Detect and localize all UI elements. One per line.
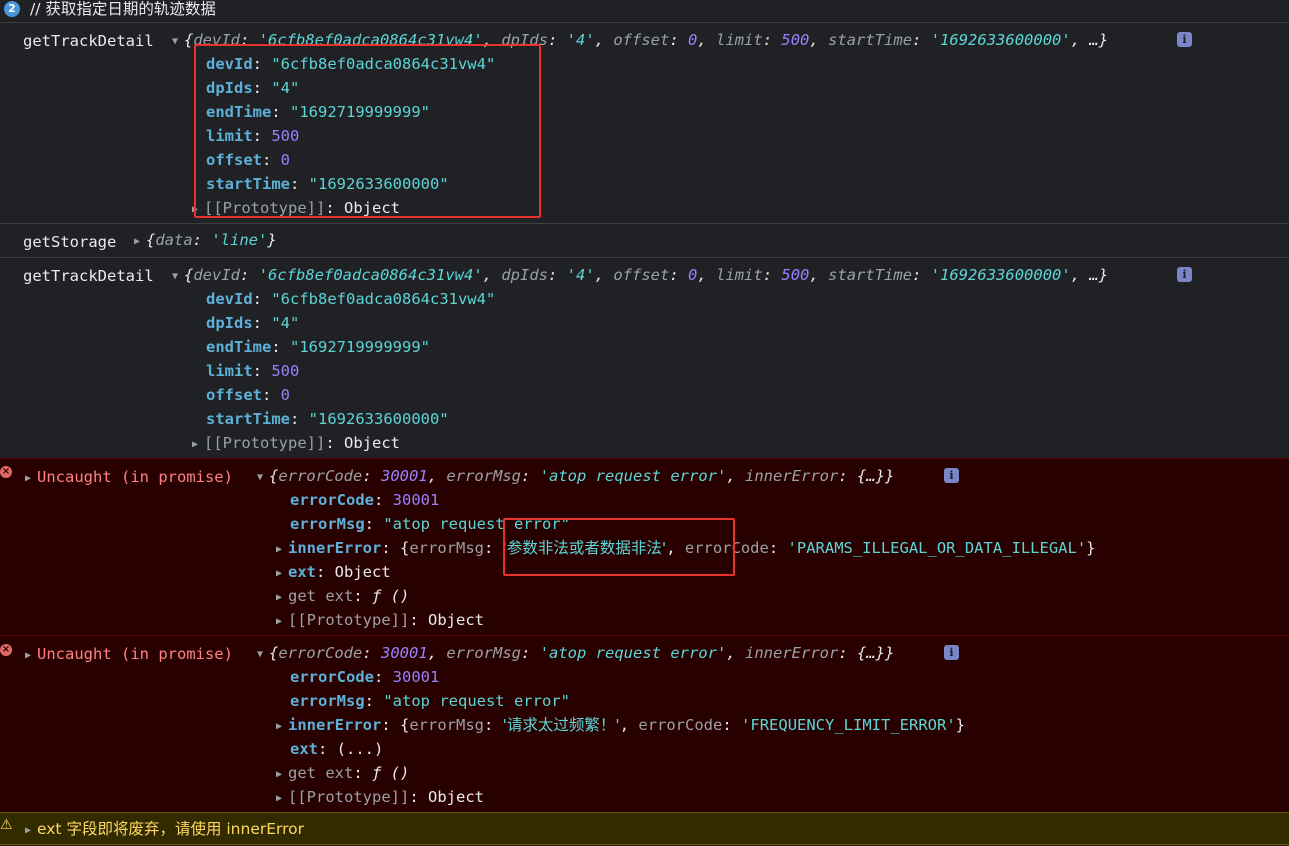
- info-icon[interactable]: i: [944, 645, 959, 660]
- triangle-right-icon: ▶: [134, 236, 141, 247]
- triangle-right-icon: ▶: [25, 825, 32, 836]
- ext-row[interactable]: ▶ ext: Object: [276, 560, 391, 584]
- property-row: endTime: "1692719999999": [206, 338, 430, 356]
- property-row: devId: "6cfb8ef0adca0864c31vw4": [206, 290, 496, 308]
- property-row: offset: 0: [206, 386, 291, 404]
- triangle-right-icon: ▶: [276, 568, 283, 579]
- prototype-row[interactable]: ▶ [[Prototype]]: Object: [192, 431, 400, 455]
- prototype-row[interactable]: ▶ [[Prototype]]: Object: [276, 785, 484, 809]
- highlight-box: [194, 44, 541, 218]
- error-expand-toggle[interactable]: ▶ Uncaught (in promise): [25, 642, 233, 666]
- info-icon[interactable]: i: [1177, 32, 1192, 47]
- triangle-right-icon: ▶: [276, 544, 283, 555]
- triangle-right-icon: ▶: [276, 769, 283, 780]
- property-row: errorCode: 30001: [290, 491, 440, 509]
- triangle-right-icon: ▶: [192, 439, 199, 450]
- property-row: startTime: "1692633600000": [206, 410, 449, 428]
- triangle-right-icon: ▶: [276, 793, 283, 804]
- row-separator: [0, 22, 1289, 23]
- property-row: dpIds: "4": [206, 314, 300, 332]
- triangle-down-icon: ▼: [172, 271, 179, 282]
- triangle-right-icon: ▶: [276, 616, 283, 627]
- triangle-down-icon: ▼: [257, 649, 264, 660]
- warning-icon: ⚠: [0, 817, 13, 833]
- getter-row[interactable]: ▶ get ext: ƒ (): [276, 761, 409, 785]
- property-row: errorMsg: "atop request error": [290, 692, 570, 710]
- property-row: errorCode: 30001: [290, 668, 440, 686]
- prototype-row[interactable]: ▶ [[Prototype]]: Object: [276, 608, 484, 632]
- object-summary-toggle[interactable]: ▶ {data: 'line'}: [134, 228, 277, 252]
- triangle-right-icon: ▶: [276, 592, 283, 603]
- property-row: limit: 500: [206, 362, 300, 380]
- triangle-down-icon: ▼: [172, 36, 179, 47]
- triangle-right-icon: ▶: [276, 721, 283, 732]
- error-object-summary[interactable]: ▼ {errorCode: 30001, errorMsg: 'atop requ…: [257, 641, 894, 665]
- row-separator: [0, 257, 1289, 258]
- message-count-badge: 2: [4, 1, 20, 17]
- error-expand-toggle[interactable]: ▶ Uncaught (in promise): [25, 465, 233, 489]
- inner-error-row[interactable]: ▶ innerError: {errorMsg: '请求太过频繁！', error…: [276, 713, 965, 737]
- triangle-right-icon: ▶: [25, 650, 32, 661]
- warning-toggle[interactable]: ▶ ext 字段即将废弃，请使用 innerError: [25, 817, 304, 841]
- triangle-right-icon: ▶: [25, 473, 32, 484]
- getter-row[interactable]: ▶ get ext: ƒ (): [276, 584, 409, 608]
- triangle-down-icon: ▼: [257, 472, 264, 483]
- log-label: getTrackDetail: [23, 32, 154, 50]
- comment-line: // 获取指定日期的轨迹数据: [30, 0, 216, 18]
- error-icon: ×: [0, 644, 12, 656]
- error-object-summary[interactable]: ▼ {errorCode: 30001, errorMsg: 'atop requ…: [257, 464, 894, 488]
- object-summary-toggle[interactable]: ▼ {devId: '6cfb8ef0adca0864c31vw4', dpIds…: [172, 263, 1108, 287]
- log-label: getStorage: [23, 233, 117, 251]
- info-icon[interactable]: i: [1177, 267, 1192, 282]
- log-label: getTrackDetail: [23, 267, 154, 285]
- info-icon[interactable]: i: [944, 468, 959, 483]
- row-separator: [0, 223, 1289, 224]
- error-icon: ×: [0, 466, 12, 478]
- highlight-box: [503, 518, 735, 576]
- ext-row[interactable]: ext: (...): [290, 737, 383, 761]
